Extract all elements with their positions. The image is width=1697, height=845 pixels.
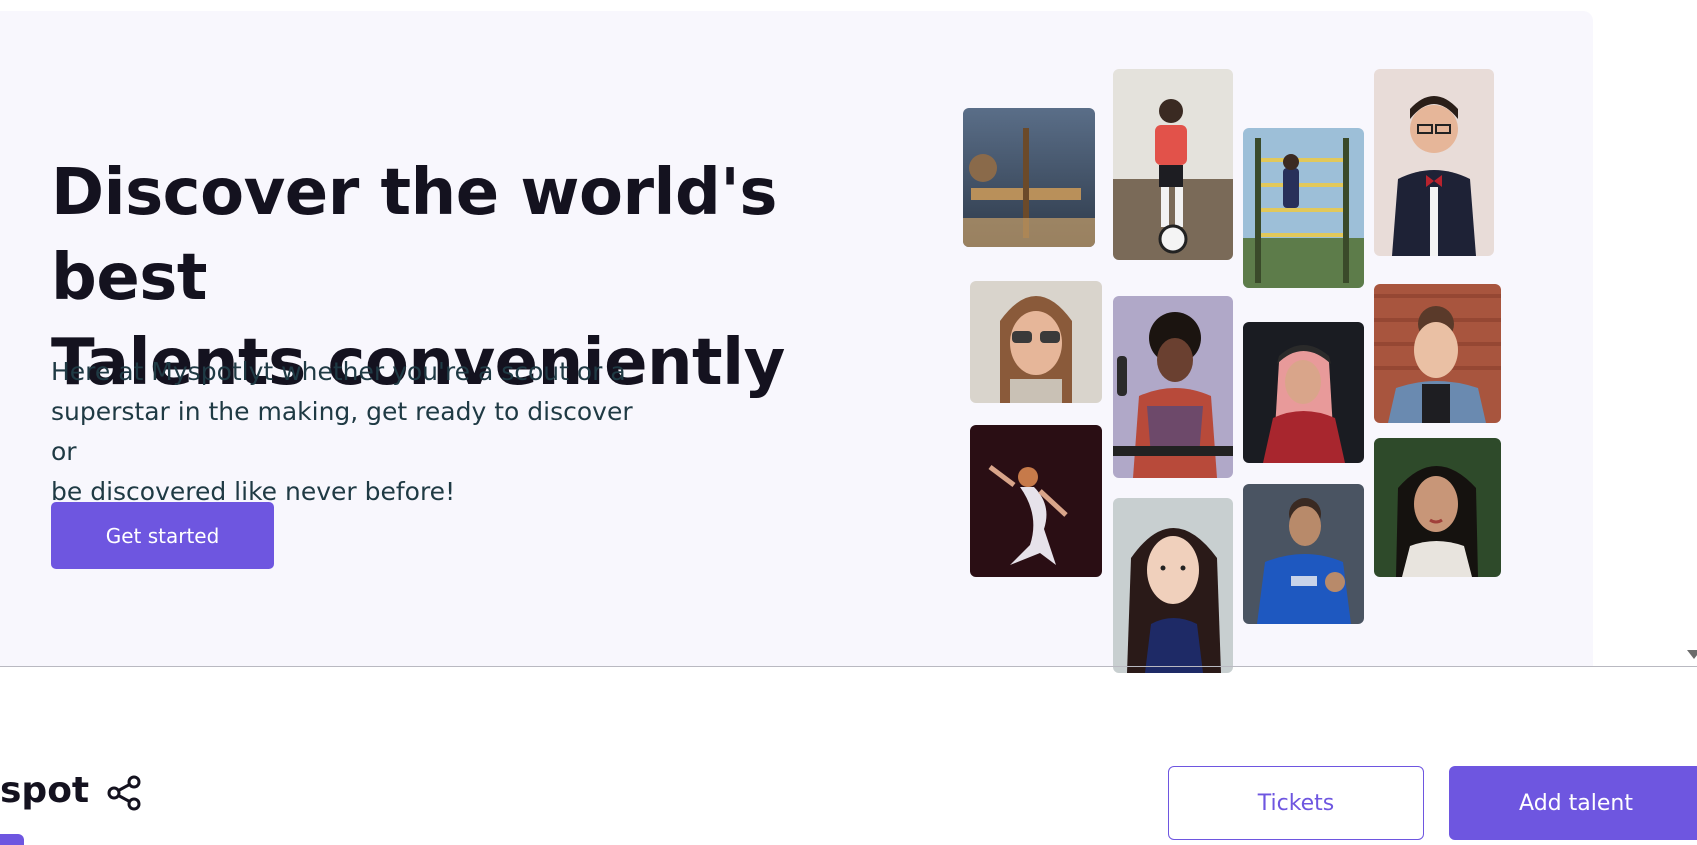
hero-section: Discover the world's best Talents conven… <box>0 11 1593 673</box>
talent-photo-woman-brick <box>1374 284 1501 423</box>
get-started-button[interactable]: Get started <box>51 502 274 569</box>
talent-photo-footballer-girl <box>1113 69 1233 260</box>
hero-subtitle-line-1: Here at Myspotlyt whether you're a scout… <box>51 357 626 386</box>
scroll-down-icon[interactable] <box>1687 650 1697 659</box>
talent-photo-asian-woman <box>1113 498 1233 673</box>
brand-name: spot <box>0 770 90 811</box>
talent-photo-singer <box>1243 322 1364 463</box>
page-margin <box>1593 0 1697 666</box>
talent-photo-footballer <box>1243 484 1364 624</box>
talent-photo-podcaster <box>1113 296 1233 478</box>
hero-subtitle: Here at Myspotlyt whether you're a scout… <box>51 352 651 512</box>
talent-photo-man-bowtie <box>1374 69 1494 256</box>
talent-photo-painter <box>963 108 1095 247</box>
hero-subtitle-line-2: superstar in the making, get ready to di… <box>51 397 633 466</box>
talent-photo-dancer <box>970 425 1102 577</box>
active-tab-indicator <box>0 834 24 845</box>
talent-photo-woman-green <box>1374 438 1501 577</box>
page-divider <box>0 666 1697 667</box>
talent-photo-climber <box>1243 128 1364 288</box>
add-talent-button[interactable]: Add talent <box>1449 766 1697 840</box>
tickets-button[interactable]: Tickets <box>1168 766 1424 840</box>
hero-title-line-1: Discover the world's best <box>51 156 777 315</box>
talent-photo-woman-sunglasses <box>970 281 1102 403</box>
share-icon[interactable] <box>106 775 142 811</box>
